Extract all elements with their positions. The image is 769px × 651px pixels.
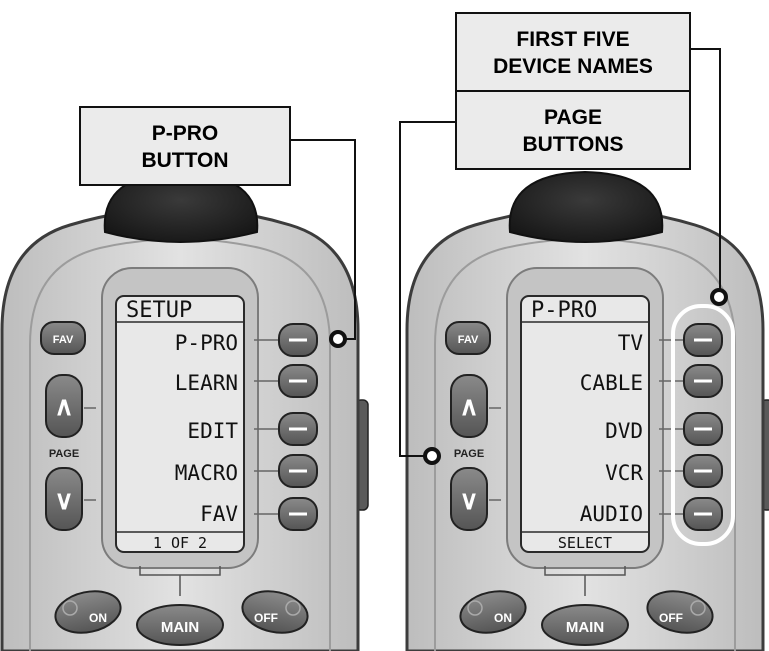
right-page-up-button[interactable]: ∧ [450, 374, 488, 438]
left-main-button[interactable]: MAIN [136, 604, 224, 646]
callout-device-names-line-1: FIRST FIVE [516, 28, 629, 51]
left-page-label: PAGE [49, 448, 79, 460]
left-main-label: MAIN [161, 619, 199, 636]
right-main-label: MAIN [566, 619, 604, 636]
left-fav-label: FAV [53, 334, 74, 346]
callout-p-pro-line-2: BUTTON [141, 149, 228, 172]
callout-p-pro-line-1: P-PRO [152, 122, 219, 145]
callout-page-buttons-line-1: PAGE [544, 106, 602, 129]
right-menu-item-2: CABLE [580, 371, 643, 395]
left-menu-item-1: P-PRO [175, 331, 238, 355]
left-page-down-button[interactable]: ∨ [45, 467, 83, 531]
right-menu-item-1: TV [618, 331, 644, 355]
right-on-label: ON [494, 611, 512, 625]
left-fav-button[interactable]: FAV [40, 321, 86, 355]
page-up-icon: ∧ [54, 391, 73, 421]
right-menu-item-3: DVD [605, 419, 643, 443]
left-menu-item-4: MACRO [175, 461, 238, 485]
right-screen-footer: SELECT [558, 534, 612, 552]
left-off-label: OFF [254, 611, 278, 625]
left-menu-item-5: FAV [200, 502, 238, 526]
left-screen-title: SETUP [126, 298, 192, 323]
right-page-label: PAGE [454, 448, 484, 460]
right-menu-item-4: VCR [605, 461, 643, 485]
right-page-down-button[interactable]: ∨ [450, 467, 488, 531]
right-menu-item-5: AUDIO [580, 502, 643, 526]
right-screen-title: P-PRO [531, 298, 597, 323]
left-remote: SETUP P-PRO LEARN EDIT MACRO FAV 1 OF 2 [0, 170, 370, 651]
right-main-button[interactable]: MAIN [541, 604, 629, 646]
callout-device-names-marker [710, 288, 728, 306]
callout-page-buttons-line-2: BUTTONS [522, 133, 623, 156]
right-off-label: OFF [659, 611, 683, 625]
page-down-icon: ∨ [459, 485, 478, 515]
left-on-label: ON [89, 611, 107, 625]
left-menu-item-3: EDIT [187, 419, 238, 443]
diagram-canvas: SETUP P-PRO LEARN EDIT MACRO FAV 1 OF 2 [0, 12, 769, 651]
callout-p-pro-marker [329, 330, 347, 348]
callout-page-buttons-marker [423, 447, 441, 465]
page-up-icon: ∧ [459, 391, 478, 421]
callout-device-names-line-2: DEVICE NAMES [493, 55, 653, 78]
right-remote: P-PRO TV CABLE DVD VCR AUDIO SELECT FAV [405, 170, 769, 651]
right-fav-button[interactable]: FAV [445, 321, 491, 355]
left-menu-item-2: LEARN [175, 371, 238, 395]
page-down-icon: ∨ [54, 485, 73, 515]
left-page-up-button[interactable]: ∧ [45, 374, 83, 438]
right-fav-label: FAV [458, 334, 479, 346]
left-screen-footer: 1 OF 2 [153, 534, 207, 552]
